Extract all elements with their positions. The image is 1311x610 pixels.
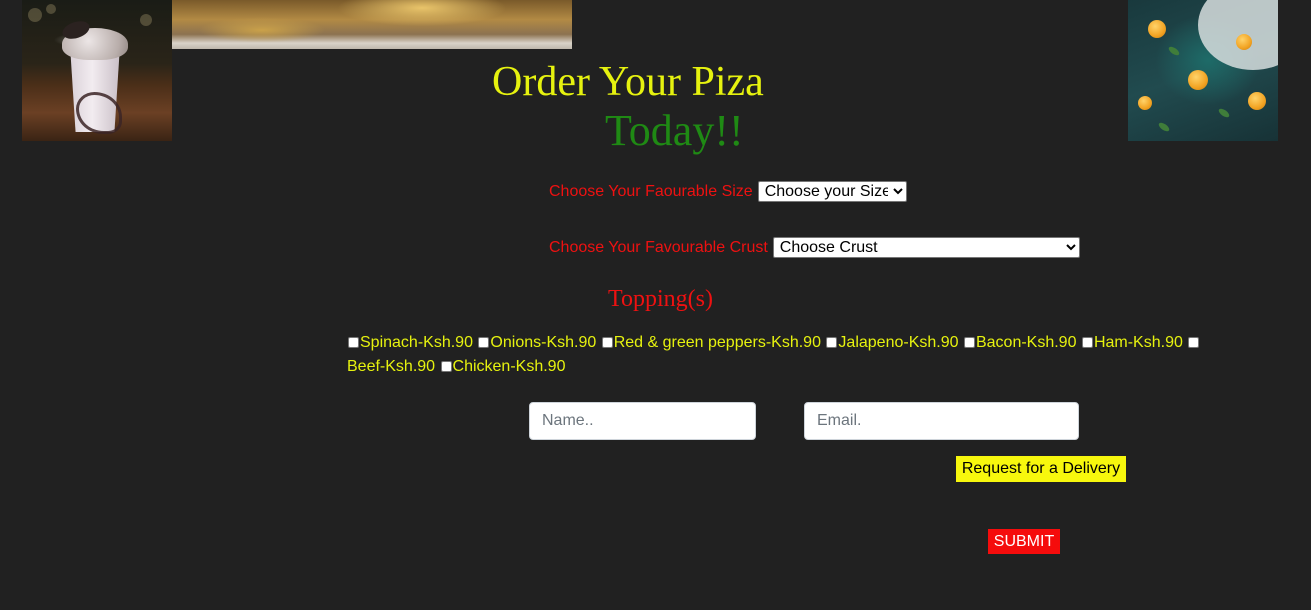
email-input[interactable]	[804, 402, 1079, 440]
topping-beef-checkbox[interactable]	[1188, 337, 1200, 348]
topping-chicken-label: Chicken-Ksh.90	[452, 358, 566, 375]
topping-chicken-checkbox[interactable]	[440, 361, 452, 372]
topping-ham: Ham-Ksh.90	[1081, 334, 1183, 351]
topping-bacon: Bacon-Ksh.90	[963, 334, 1077, 351]
orange	[1188, 70, 1208, 90]
topping-jalapeno-checkbox[interactable]	[826, 337, 838, 348]
toppings-list: Spinach-Ksh.90 Onions-Ksh.90 Red & green…	[347, 331, 1217, 379]
topping-spinach-checkbox[interactable]	[348, 337, 359, 348]
topping-ham-checkbox[interactable]	[1081, 337, 1093, 348]
topping-jalapeno: Jalapeno-Ksh.90	[825, 334, 959, 351]
topping-jalapeno-label: Jalapeno-Ksh.90	[838, 334, 959, 351]
page: Order Your Piza Today!! Choose Your Faou…	[0, 0, 1311, 610]
size-select[interactable]: Choose your Size	[757, 181, 907, 202]
topping-peppers: Red & green peppers-Ksh.90	[601, 334, 821, 351]
page-title: Order Your Piza	[492, 59, 764, 105]
topping-spinach: Spinach-Ksh.90	[347, 334, 473, 351]
orange	[1138, 96, 1152, 110]
pizza-photo	[172, 0, 572, 49]
topping-peppers-label: Red & green peppers-Ksh.90	[613, 334, 821, 351]
bokeh-light	[140, 14, 152, 26]
size-row: Choose Your Faourable Size Choose your S…	[549, 181, 907, 202]
leaf	[1157, 121, 1171, 133]
toppings-heading: Topping(s)	[608, 286, 713, 312]
topping-bacon-label: Bacon-Ksh.90	[975, 334, 1077, 351]
bokeh-light	[28, 8, 42, 22]
crust-row: Choose Your Favourable Crust Choose Crus…	[549, 237, 1080, 258]
submit-button[interactable]: SUBMIT	[988, 529, 1060, 554]
bokeh-light	[46, 4, 56, 14]
oranges-photo	[1128, 0, 1278, 141]
orange	[1236, 34, 1252, 50]
size-label: Choose Your Faourable Size	[549, 182, 753, 200]
orange	[1148, 20, 1166, 38]
topping-beef-label: Beef-Ksh.90	[347, 358, 436, 375]
crust-label: Choose Your Favourable Crust	[549, 238, 768, 256]
topping-onions-checkbox[interactable]	[478, 337, 490, 348]
name-input[interactable]	[529, 402, 756, 440]
orange	[1248, 92, 1266, 110]
topping-spinach-label: Spinach-Ksh.90	[360, 334, 473, 351]
topping-bacon-checkbox[interactable]	[963, 337, 975, 348]
leaf	[1217, 107, 1231, 119]
leaf	[1167, 45, 1181, 57]
topping-onions-label: Onions-Ksh.90	[490, 334, 597, 351]
request-delivery-button[interactable]: Request for a Delivery	[956, 456, 1126, 482]
topping-onions: Onions-Ksh.90	[477, 334, 596, 351]
crust-select[interactable]: Choose Crust	[772, 237, 1080, 258]
topping-ham-label: Ham-Ksh.90	[1093, 334, 1183, 351]
milkshake-photo	[22, 0, 172, 141]
topping-chicken: Chicken-Ksh.90	[440, 358, 566, 375]
page-subtitle: Today!!	[605, 106, 744, 155]
topping-peppers-checkbox[interactable]	[601, 337, 613, 348]
